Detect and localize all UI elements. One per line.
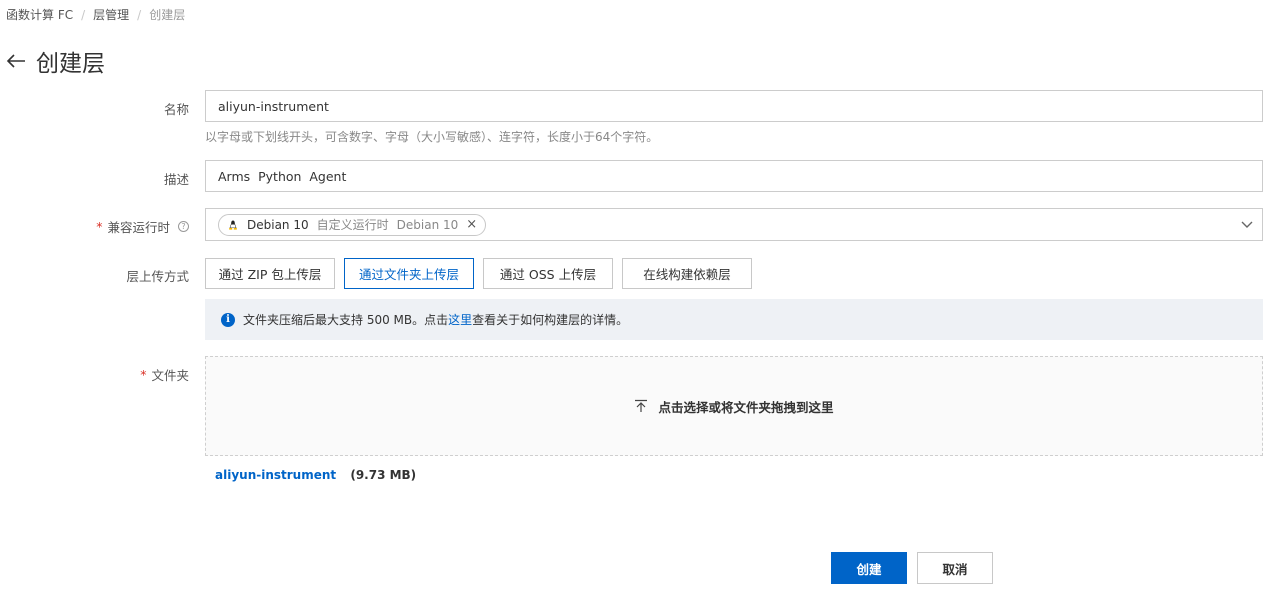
name-input[interactable]: aliyun-instrument <box>205 90 1263 122</box>
runtime-tag-desc: 自定义运行时 <box>316 218 389 232</box>
description-input[interactable]: Arms Python Agent <box>205 160 1263 192</box>
upload-method-label: 层上传方式 <box>126 269 189 284</box>
notice-text-after: 查看关于如何构建层的详情。 <box>472 313 629 327</box>
folder-dropzone[interactable]: 点击选择或将文件夹拖拽到这里 <box>205 356 1263 456</box>
linux-tux-icon <box>229 220 237 230</box>
upload-folder-button[interactable]: 通过文件夹上传层 <box>344 258 474 289</box>
upload-zip-button[interactable]: 通过 ZIP 包上传层 <box>205 258 335 289</box>
create-button[interactable]: 创建 <box>831 552 907 584</box>
uploaded-file-name[interactable]: aliyun-instrument <box>215 468 336 482</box>
info-notice: i 文件夹压缩后最大支持 500 MB。点击 这里 查看关于如何构建层的详情。 <box>205 299 1263 340</box>
page-title: 创建层 <box>36 51 105 77</box>
cancel-button[interactable]: 取消 <box>917 552 993 584</box>
runtime-tag-desc-2: Debian 10 <box>396 217 459 232</box>
uploaded-file: aliyun-instrument (9.73 MB) <box>215 468 416 482</box>
breadcrumb: 函数计算 FC / 层管理 / 创建层 <box>6 6 185 23</box>
upload-icon <box>635 399 648 412</box>
runtime-select[interactable]: Debian 10 自定义运行时 Debian 10 × <box>205 208 1263 241</box>
page-header: 创建层 <box>6 44 105 78</box>
runtime-tag-name: Debian 10 <box>247 217 309 232</box>
upload-oss-button[interactable]: 通过 OSS 上传层 <box>483 258 613 289</box>
arrow-left-icon[interactable] <box>6 52 28 70</box>
required-mark: * <box>140 367 147 382</box>
name-hint: 以字母或下划线开头，可含数字、字母（大小写敏感）、连字符，长度小于64个字符。 <box>205 130 659 144</box>
description-label: 描述 <box>163 172 189 187</box>
runtime-label: * 兼容运行时 ? <box>96 217 189 236</box>
info-icon: i <box>221 312 235 327</box>
build-online-button[interactable]: 在线构建依赖层 <box>622 258 752 289</box>
breadcrumb-separator: / <box>137 7 142 22</box>
chevron-down-icon[interactable] <box>1240 217 1254 231</box>
question-circle-icon[interactable]: ? <box>178 221 189 232</box>
breadcrumb-item-current: 创建层 <box>149 8 186 22</box>
uploaded-file-size: (9.73 MB) <box>350 468 417 482</box>
dropzone-text: 点击选择或将文件夹拖拽到这里 <box>658 399 834 415</box>
breadcrumb-item-layers[interactable]: 层管理 <box>93 6 129 23</box>
required-mark: * <box>96 219 103 234</box>
runtime-tag: Debian 10 自定义运行时 Debian 10 × <box>218 213 487 236</box>
folder-label: * 文件夹 <box>140 367 189 383</box>
breadcrumb-item-fc[interactable]: 函数计算 FC <box>6 6 73 23</box>
breadcrumb-separator: / <box>81 7 86 22</box>
notice-text-before: 文件夹压缩后最大支持 500 MB。点击 <box>243 313 449 327</box>
notice-link[interactable]: 这里 <box>448 311 472 328</box>
close-icon[interactable]: × <box>466 217 477 232</box>
name-label: 名称 <box>163 102 189 117</box>
